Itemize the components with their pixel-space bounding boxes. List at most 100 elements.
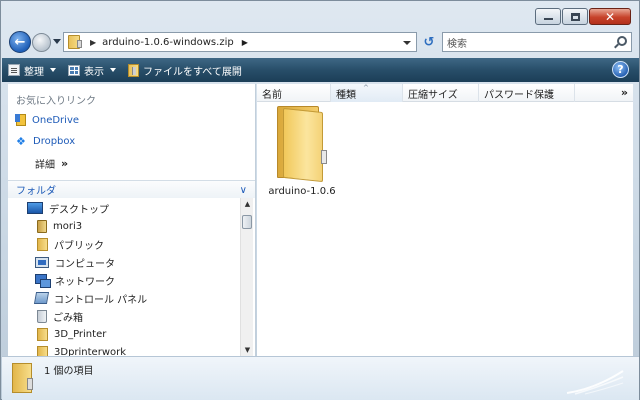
- column-header-row: 名前 ^ 種類 圧縮サイズ パスワード保護 »: [257, 84, 633, 102]
- more-columns-icon[interactable]: »: [621, 86, 628, 99]
- organize-button[interactable]: 整理: [2, 58, 62, 82]
- control-panel-icon: [33, 292, 50, 304]
- dropbox-icon: ❖: [16, 134, 26, 148]
- command-bar: 整理 表示 ファイルをすべて展開 ?: [2, 58, 639, 82]
- network-icon: [35, 274, 51, 288]
- column-header-label: 圧縮サイズ: [408, 89, 458, 101]
- views-label: 表示: [84, 66, 104, 78]
- tree-item-network[interactable]: ネットワーク: [35, 272, 115, 288]
- tree-item-label: ネットワーク: [55, 276, 115, 288]
- organize-label: 整理: [24, 66, 44, 78]
- address-dropdown-icon[interactable]: [403, 41, 411, 45]
- close-button[interactable]: ✕: [589, 8, 631, 25]
- extract-icon: [128, 63, 139, 77]
- address-bar[interactable]: ▶ arduino-1.0.6-windows.zip ▶: [63, 32, 417, 52]
- extract-all-label: ファイルをすべて展開: [143, 66, 242, 78]
- breadcrumb-separator-icon[interactable]: ▶: [242, 38, 248, 47]
- navigation-pane: お気に入りリンク OneDrive ❖ Dropbox 詳細 » フォルダ ∨ …: [8, 84, 256, 356]
- chevron-down-icon: [110, 68, 116, 72]
- tree-item-computer[interactable]: コンピュータ: [35, 254, 115, 270]
- search-box[interactable]: 検索: [442, 32, 632, 52]
- sort-arrow-icon: ^: [363, 84, 369, 92]
- search-input[interactable]: 検索: [447, 35, 467, 50]
- folder-icon: [37, 327, 48, 341]
- folders-toggle[interactable]: フォルダ ∨: [8, 180, 255, 198]
- tree-item-label: コントロール パネル: [54, 294, 148, 306]
- zip-folder-icon: [275, 106, 329, 183]
- details-pane: 1 個の項目: [2, 356, 639, 400]
- organize-icon: [8, 64, 20, 76]
- column-header-label: 名前: [262, 89, 282, 101]
- tree-item-recycle-bin[interactable]: ごみ箱: [37, 308, 83, 324]
- onedrive-icon: [15, 114, 26, 126]
- views-button[interactable]: 表示: [62, 58, 122, 82]
- explorer-window: ✕ ← ▶ arduino-1.0.6-windows.zip ▶ ↺ 検索 整…: [0, 0, 640, 400]
- close-icon: ✕: [604, 9, 616, 24]
- column-header-name[interactable]: 名前: [257, 84, 331, 102]
- user-folder-icon: [37, 219, 47, 233]
- favorite-link-onedrive[interactable]: OneDrive: [15, 114, 80, 126]
- more-links-button[interactable]: 詳細 »: [35, 156, 68, 171]
- maximize-icon: [570, 12, 580, 21]
- refresh-icon: ↺: [423, 34, 435, 50]
- favorite-link-label: OneDrive: [32, 114, 80, 126]
- caption-buttons: ✕: [534, 8, 631, 25]
- tree-item-label: mori3: [53, 220, 83, 232]
- breadcrumb-separator-icon[interactable]: ▶: [90, 38, 96, 47]
- scrollbar-thumb[interactable]: [242, 215, 252, 229]
- tree-item-control-panel[interactable]: コントロール パネル: [33, 290, 148, 306]
- chevron-down-icon: [50, 68, 56, 72]
- scroll-up-icon[interactable]: ▲: [241, 198, 254, 210]
- help-button[interactable]: ?: [612, 61, 629, 78]
- maximize-button[interactable]: [562, 8, 588, 25]
- tree-item-public[interactable]: パブリック: [37, 236, 104, 252]
- file-item[interactable]: arduino-1.0.6: [268, 106, 336, 197]
- tree-item-3dprinterwork[interactable]: 3Dprinterwork: [37, 344, 126, 356]
- computer-icon: [35, 256, 49, 268]
- desktop-icon: [27, 202, 43, 214]
- column-header-compressed-size[interactable]: 圧縮サイズ: [403, 84, 479, 102]
- tree-item-label: デスクトップ: [49, 204, 109, 216]
- tree-item-label: 3Dprinterwork: [54, 346, 127, 357]
- favorite-link-label: Dropbox: [33, 136, 76, 147]
- tree-item-mori3[interactable]: mori3: [37, 218, 82, 234]
- tree-item-desktop[interactable]: デスクトップ: [27, 200, 109, 216]
- extract-all-button[interactable]: ファイルをすべて展開: [122, 58, 248, 82]
- scroll-down-icon[interactable]: ▼: [241, 344, 254, 356]
- item-count: 1 個の項目: [44, 366, 94, 377]
- back-arrow-icon: ←: [14, 34, 26, 50]
- search-icon[interactable]: [617, 36, 627, 46]
- help-icon: ?: [617, 63, 624, 76]
- address-path[interactable]: arduino-1.0.6-windows.zip: [102, 37, 234, 48]
- tree-item-label: 3D_Printer: [54, 328, 107, 340]
- forward-button[interactable]: [32, 33, 51, 52]
- tree-item-label: ごみ箱: [53, 312, 83, 324]
- decorative-swoosh-icon: [566, 370, 624, 395]
- column-header-label: パスワード保護: [484, 89, 554, 101]
- column-header-label: 種類: [336, 89, 356, 101]
- folder-icon: [37, 237, 48, 251]
- chevron-down-icon: ∨: [239, 185, 247, 196]
- double-chevron-icon: »: [61, 157, 69, 170]
- views-icon: [68, 64, 80, 76]
- minimize-button[interactable]: [535, 8, 561, 25]
- zip-folder-icon: [12, 363, 33, 393]
- file-list-pane: 名前 ^ 種類 圧縮サイズ パスワード保護 » arduino-1.0.6: [257, 84, 633, 356]
- folder-tree: デスクトップ mori3 パブリック コンピュータ ネットワーク コントロール …: [8, 198, 241, 356]
- zip-folder-icon: [68, 35, 82, 49]
- file-item-label: arduino-1.0.6: [268, 186, 336, 197]
- folder-tree-scrollbar[interactable]: ▲ ▼: [240, 198, 253, 356]
- favorite-link-dropbox[interactable]: ❖ Dropbox: [16, 134, 76, 148]
- folders-label: フォルダ: [16, 186, 56, 197]
- tree-item-3d-printer[interactable]: 3D_Printer: [37, 326, 106, 342]
- recycle-bin-icon: [37, 309, 47, 323]
- column-header-password-protected[interactable]: パスワード保護: [479, 84, 575, 102]
- minimize-icon: [543, 18, 553, 20]
- tree-item-label: パブリック: [54, 240, 104, 252]
- column-header-type[interactable]: ^ 種類: [331, 84, 403, 102]
- refresh-button[interactable]: ↺: [418, 32, 440, 52]
- back-button[interactable]: ←: [9, 31, 31, 53]
- more-label: 詳細: [35, 160, 55, 171]
- favorite-links-header: お気に入りリンク: [16, 96, 96, 107]
- recent-pages-dropdown[interactable]: [53, 39, 61, 44]
